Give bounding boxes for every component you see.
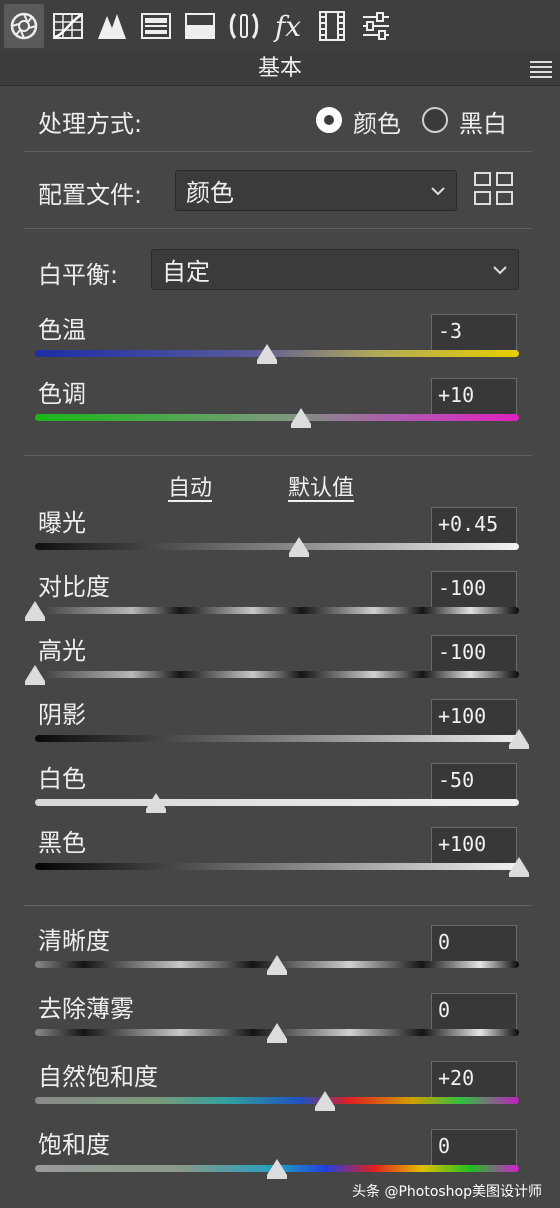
slider-thumb[interactable]	[146, 793, 166, 813]
slider-label: 曝光	[38, 509, 86, 537]
slider-track[interactable]	[35, 799, 519, 806]
slider-label: 饱和度	[38, 1131, 110, 1159]
divider	[24, 455, 532, 456]
slider-label: 阴影	[38, 701, 86, 729]
panel-title: 基本	[257, 56, 302, 81]
slider-track[interactable]	[35, 414, 519, 421]
slider-value-field[interactable]: 0	[431, 925, 517, 962]
slider-label: 色温	[38, 316, 86, 344]
slider-value-field[interactable]: +10	[431, 378, 517, 415]
slider-track[interactable]	[35, 671, 519, 678]
slider-label: 自然饱和度	[38, 1063, 158, 1091]
white-balance-label: 白平衡:	[38, 261, 119, 289]
watermark-text: 头条 @Photoshop美图设计师	[352, 1184, 543, 1200]
slider-label: 色调	[38, 380, 86, 408]
presets-sliders-icon[interactable]	[356, 4, 396, 48]
profile-label: 配置文件:	[38, 181, 143, 209]
slider-thumb[interactable]	[25, 601, 45, 621]
calibration-icon[interactable]	[312, 4, 352, 48]
slider-track[interactable]	[35, 863, 519, 870]
slider-thumb[interactable]	[267, 1159, 287, 1179]
slider-track[interactable]	[35, 1097, 519, 1104]
hsl-icon[interactable]	[136, 4, 176, 48]
effects-fx-icon[interactable]: fx	[268, 4, 308, 48]
slider-thumb[interactable]	[267, 1023, 287, 1043]
chevron-down-icon	[493, 265, 507, 274]
slider-value-field[interactable]: -100	[431, 571, 517, 608]
slider-thumb[interactable]	[509, 729, 529, 749]
lens-corrections-icon[interactable]	[224, 4, 264, 48]
treatment-bw-radio[interactable]	[422, 107, 448, 133]
default-button[interactable]: 默认值	[288, 470, 354, 502]
slider-value-field[interactable]: +100	[431, 827, 517, 864]
panel-tab-bar: fx	[0, 0, 560, 52]
treatment-color-radio[interactable]	[316, 107, 342, 133]
slider-track[interactable]	[35, 607, 519, 614]
slider-value-field[interactable]: -3	[431, 314, 517, 351]
slider-label: 去除薄雾	[38, 995, 134, 1023]
slider-thumb[interactable]	[315, 1091, 336, 1111]
split-toning-icon[interactable]	[180, 4, 220, 48]
panel-menu-icon[interactable]	[530, 61, 552, 78]
slider-track[interactable]	[35, 543, 519, 550]
slider-value-field[interactable]: -100	[431, 635, 517, 672]
slider-thumb[interactable]	[288, 537, 309, 557]
treatment-label: 处理方式:	[38, 110, 143, 138]
slider-thumb[interactable]	[257, 344, 278, 364]
slider-value-field[interactable]: +20	[431, 1061, 517, 1098]
divider	[24, 905, 532, 906]
profile-value: 颜色	[186, 179, 234, 207]
white-balance-value: 自定	[162, 258, 210, 286]
slider-label: 白色	[38, 765, 86, 793]
divider	[24, 151, 532, 152]
slider-value-field[interactable]: 0	[431, 1129, 517, 1166]
divider	[24, 228, 532, 229]
slider-thumb[interactable]	[509, 857, 529, 877]
profile-browser-grid-icon[interactable]	[474, 172, 514, 210]
slider-value-field[interactable]: +100	[431, 699, 517, 736]
slider-thumb[interactable]	[25, 665, 45, 685]
panel-title-bar: 基本	[0, 52, 560, 86]
slider-value-field[interactable]: 0	[431, 993, 517, 1030]
slider-label: 对比度	[38, 573, 110, 601]
basic-tab-icon[interactable]	[4, 4, 44, 48]
detail-icon[interactable]	[92, 4, 132, 48]
auto-button[interactable]: 自动	[168, 470, 212, 502]
profile-select[interactable]: 颜色	[175, 170, 457, 211]
slider-label: 高光	[38, 637, 86, 665]
slider-thumb[interactable]	[291, 408, 312, 428]
treatment-bw-label: 黑白	[459, 110, 507, 138]
slider-label: 黑色	[38, 829, 86, 857]
tone-curve-icon[interactable]	[48, 4, 88, 48]
treatment-color-label: 颜色	[353, 110, 401, 138]
white-balance-select[interactable]: 自定	[151, 249, 519, 290]
slider-value-field[interactable]: -50	[431, 763, 517, 800]
slider-thumb[interactable]	[267, 955, 287, 975]
slider-label: 清晰度	[38, 927, 110, 955]
chevron-down-icon	[431, 186, 445, 195]
slider-track[interactable]	[35, 735, 519, 742]
slider-value-field[interactable]: +0.45	[431, 507, 517, 544]
